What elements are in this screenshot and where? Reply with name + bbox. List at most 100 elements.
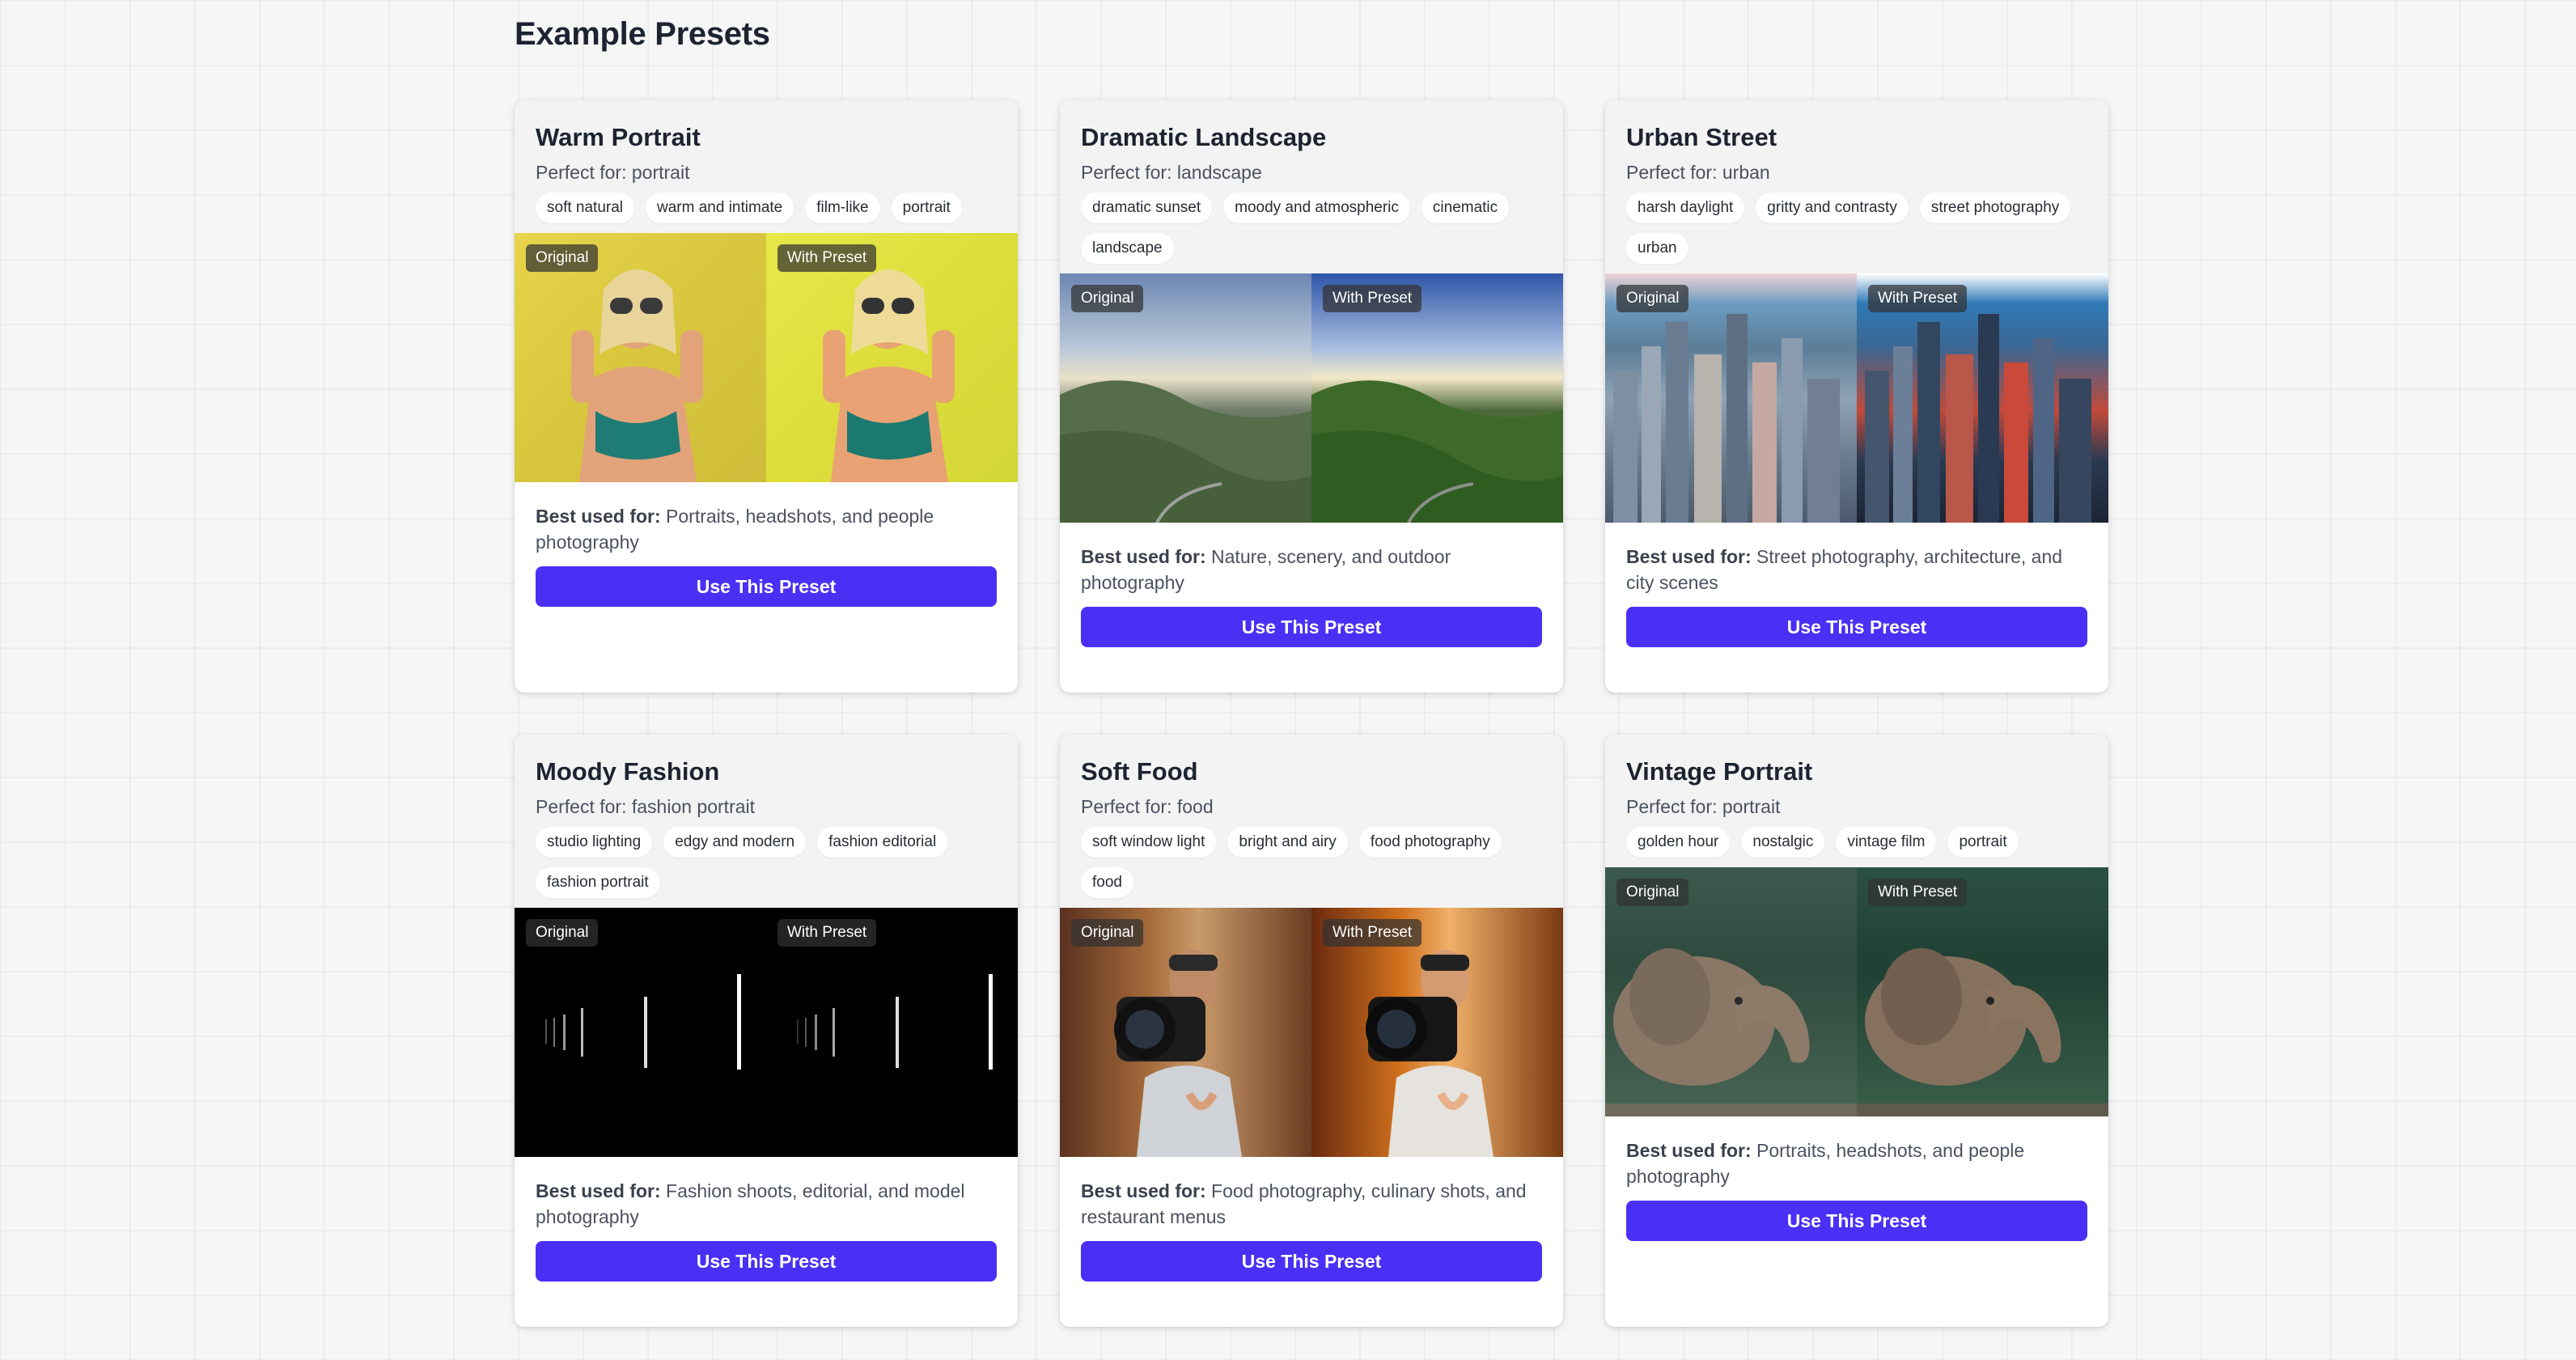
best-used-for-label: Best used for:: [1626, 1140, 1752, 1161]
preset-perfect-for: Perfect for: food: [1081, 796, 1214, 817]
original-image: Original: [1605, 273, 1857, 523]
before-after-comparison: Original With Preset: [1060, 908, 1563, 1157]
preset-perfect-for: Perfect for: portrait: [536, 162, 690, 183]
tag: fashion portrait: [536, 867, 660, 898]
tag: soft window light: [1081, 827, 1217, 858]
tag-list: studio lighting edgy and modern fashion …: [536, 827, 997, 898]
original-badge: Original: [1071, 919, 1144, 947]
tag: warm and intimate: [646, 193, 794, 223]
best-used-for: Best used for: Portraits, headshots, and…: [1626, 1138, 2087, 1189]
with-preset-image: With Preset: [1857, 273, 2108, 523]
original-image: Original: [1060, 273, 1311, 523]
preset-title: Urban Street: [1626, 123, 1777, 151]
preset-card: Vintage Portrait Perfect for: portrait g…: [1605, 735, 2108, 1327]
with-preset-image: With Preset: [1311, 908, 1563, 1157]
tag-list: dramatic sunset moody and atmospheric ci…: [1081, 193, 1542, 264]
best-used-for: Best used for: Nature, scenery, and outd…: [1081, 544, 1542, 595]
tag: portrait: [1947, 827, 2019, 858]
before-after-comparison: Original With Preset: [515, 908, 1018, 1157]
use-preset-button[interactable]: Use This Preset: [1626, 607, 2087, 647]
best-used-for-label: Best used for:: [1081, 1180, 1206, 1201]
original-image: Original: [1605, 867, 1857, 1116]
preset-card: Warm Portrait Perfect for: portrait soft…: [515, 100, 1018, 693]
card-body: Best used for: Fashion shoots, editorial…: [515, 1157, 1018, 1282]
original-image: Original: [1060, 908, 1311, 1157]
with-preset-image: With Preset: [766, 908, 1018, 1157]
with-preset-image: With Preset: [766, 233, 1018, 482]
with-preset-badge: With Preset: [1323, 919, 1422, 947]
with-preset-badge: With Preset: [1323, 285, 1422, 312]
card-header: Soft Food Perfect for: food soft window …: [1060, 735, 1563, 908]
tag: film-like: [805, 193, 880, 223]
preset-title: Vintage Portrait: [1626, 757, 1813, 786]
tag-list: golden hour nostalgic vintage film portr…: [1626, 827, 2087, 858]
original-badge: Original: [526, 244, 599, 272]
tag: golden hour: [1626, 827, 1731, 858]
before-after-comparison: Original With Preset: [515, 233, 1018, 482]
best-used-for: Best used for: Fashion shoots, editorial…: [536, 1178, 997, 1230]
use-preset-button[interactable]: Use This Preset: [1081, 607, 1542, 647]
tag: moody and atmospheric: [1223, 193, 1410, 223]
card-header: Vintage Portrait Perfect for: portrait g…: [1605, 735, 2108, 867]
tag: street photography: [1919, 193, 2071, 223]
tag-list: harsh daylight gritty and contrasty stre…: [1626, 193, 2087, 264]
tag: cinematic: [1421, 193, 1510, 223]
best-used-for: Best used for: Portraits, headshots, and…: [536, 503, 997, 555]
tag: fashion editorial: [817, 827, 948, 858]
tag: soft natural: [536, 193, 634, 223]
use-preset-button[interactable]: Use This Preset: [1081, 1241, 1542, 1282]
with-preset-badge: With Preset: [777, 244, 877, 272]
tag: dramatic sunset: [1081, 193, 1213, 223]
preset-perfect-for: Perfect for: fashion portrait: [536, 796, 756, 817]
use-preset-button[interactable]: Use This Preset: [536, 566, 997, 607]
before-after-comparison: Original With Preset: [1605, 273, 2108, 523]
tag-list: soft window light bright and airy food p…: [1081, 827, 1542, 898]
original-image: Original: [515, 233, 766, 482]
preset-card: Moody Fashion Perfect for: fashion portr…: [515, 735, 1018, 1327]
tag: bright and airy: [1227, 827, 1348, 858]
tag: gritty and contrasty: [1756, 193, 1909, 223]
before-after-comparison: Original With Preset: [1060, 273, 1563, 523]
with-preset-badge: With Preset: [777, 919, 877, 947]
tag: landscape: [1081, 233, 1174, 264]
preset-title: Warm Portrait: [536, 123, 701, 151]
tag: edgy and modern: [663, 827, 807, 858]
card-header: Urban Street Perfect for: urban harsh da…: [1605, 100, 2108, 273]
tag: food: [1081, 867, 1133, 898]
card-header: Dramatic Landscape Perfect for: landscap…: [1060, 100, 1563, 273]
best-used-for-label: Best used for:: [1081, 546, 1206, 567]
preset-card: Dramatic Landscape Perfect for: landscap…: [1060, 100, 1563, 693]
original-badge: Original: [1616, 285, 1689, 312]
card-body: Best used for: Street photography, archi…: [1605, 523, 2108, 647]
best-used-for-label: Best used for:: [536, 1180, 661, 1201]
original-badge: Original: [1616, 879, 1689, 906]
original-image: Original: [515, 908, 766, 1157]
use-preset-button[interactable]: Use This Preset: [1626, 1201, 2087, 1241]
preset-title: Moody Fashion: [536, 757, 720, 786]
preset-perfect-for: Perfect for: landscape: [1081, 162, 1262, 183]
original-badge: Original: [526, 919, 599, 947]
preset-perfect-for: Perfect for: urban: [1626, 162, 1770, 183]
presets-grid: Warm Portrait Perfect for: portrait soft…: [515, 100, 2108, 1327]
with-preset-badge: With Preset: [1868, 879, 1968, 906]
original-badge: Original: [1071, 285, 1144, 312]
tag: harsh daylight: [1626, 193, 1745, 223]
tag: urban: [1626, 233, 1688, 264]
card-body: Best used for: Food photography, culinar…: [1060, 1157, 1563, 1282]
card-header: Moody Fashion Perfect for: fashion portr…: [515, 735, 1018, 908]
tag-list: soft natural warm and intimate film-like…: [536, 193, 997, 223]
best-used-for-label: Best used for:: [536, 506, 661, 527]
preset-title: Soft Food: [1081, 757, 1198, 786]
best-used-for-label: Best used for:: [1626, 546, 1752, 567]
with-preset-image: With Preset: [1311, 273, 1563, 523]
with-preset-image: With Preset: [1857, 867, 2108, 1116]
tag: portrait: [891, 193, 962, 223]
use-preset-button[interactable]: Use This Preset: [536, 1241, 997, 1282]
page-title: Example Presets: [515, 16, 770, 52]
tag: vintage film: [1836, 827, 1937, 858]
preset-title: Dramatic Landscape: [1081, 123, 1327, 151]
preset-perfect-for: Perfect for: portrait: [1626, 796, 1781, 817]
best-used-for: Best used for: Street photography, archi…: [1626, 544, 2087, 595]
best-used-for: Best used for: Food photography, culinar…: [1081, 1178, 1542, 1230]
preset-card: Soft Food Perfect for: food soft window …: [1060, 735, 1563, 1327]
